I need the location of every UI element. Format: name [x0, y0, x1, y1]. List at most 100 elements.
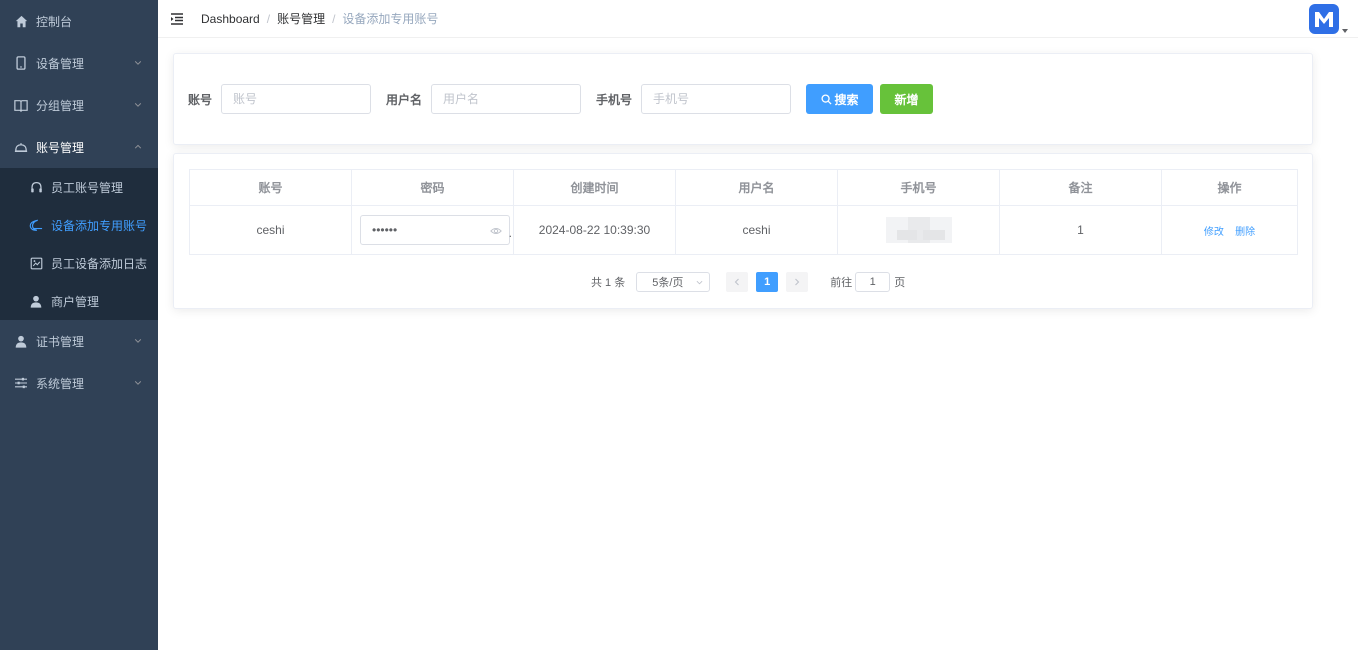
sidebar-item-system[interactable]: 系统管理: [0, 362, 158, 404]
sidebar: 控制台 设备管理 分组管理 账号管理 员工账号管理 设备添加专用账号 员工设备添…: [0, 0, 158, 650]
add-button[interactable]: 新增: [880, 84, 934, 114]
sidebar-item-label: 系统管理: [36, 376, 85, 391]
page-size-value: 5条/页: [652, 277, 684, 289]
mobile-icon: [14, 56, 28, 70]
breadcrumb-item-account[interactable]: 账号管理: [277, 10, 325, 27]
sidebar-item-label: 商户管理: [51, 294, 100, 309]
sidebar-item-group[interactable]: 分组管理: [0, 84, 158, 126]
column-header: 密码: [351, 169, 514, 206]
password-value: ••••••: [372, 223, 398, 237]
column-header: 操作: [1161, 169, 1298, 206]
account-input[interactable]: [221, 84, 372, 114]
table-header-row: 账号 密码 创建时间 用户名 手机号 备注 操作: [189, 169, 1298, 206]
sidebar-item-merchants[interactable]: 商户管理: [0, 282, 158, 320]
sidebar-item-label: 员工账号管理: [51, 180, 124, 195]
goto-input[interactable]: 1: [855, 272, 891, 292]
user-icon: [29, 294, 43, 308]
edit-link[interactable]: 修改: [1204, 227, 1224, 238]
search-button[interactable]: 搜索: [806, 84, 874, 114]
cell-actions: 修改 删除: [1161, 205, 1298, 255]
user-icon: [14, 334, 28, 348]
sidebar-item-label: 分组管理: [36, 98, 85, 113]
page-number-button[interactable]: 1: [756, 272, 779, 292]
cell-account: ceshi: [189, 205, 352, 255]
cell-username: ceshi: [675, 205, 838, 255]
username-label: 用户名: [386, 92, 423, 107]
account-submenu: 员工账号管理 设备添加专用账号 员工设备添加日志 商户管理: [0, 168, 158, 320]
breadcrumb-separator: /: [332, 11, 336, 26]
sidebar-item-device-add-account[interactable]: 设备添加专用账号: [0, 206, 158, 244]
cell-created: 2024-08-22 10:39:30: [513, 205, 676, 255]
search-card: 账号 用户名 手机号 搜索 新增: [173, 53, 1313, 145]
cell-remark: 1: [999, 205, 1162, 255]
main-content: 账号 用户名 手机号 搜索 新增 账号 密码 创建时间 用户名: [158, 39, 1358, 650]
search-form: 账号 用户名 手机号 搜索 新增: [188, 84, 934, 114]
chevron-up-icon: [134, 144, 142, 149]
home-icon: [14, 14, 28, 28]
phone-label: 手机号: [596, 92, 633, 107]
sidebar-item-label: 账号管理: [36, 140, 85, 155]
chevron-down-icon: [134, 339, 142, 343]
sidebar-item-staff-accounts[interactable]: 员工账号管理: [0, 168, 158, 206]
navbar: Dashboard / 账号管理 / 设备添加专用账号: [158, 0, 1358, 38]
pagination: 共 1 条 5条/页 1 前往 1 页: [591, 272, 905, 292]
column-header: 用户名: [675, 169, 838, 206]
username-input[interactable]: [431, 84, 582, 114]
user-menu[interactable]: [1309, 4, 1348, 34]
page-size-select[interactable]: 5条/页: [636, 272, 711, 292]
sidebar-item-device[interactable]: 设备管理: [0, 42, 158, 84]
column-header: 备注: [999, 169, 1162, 206]
sidebar-item-label: 设备管理: [36, 56, 85, 71]
bell-icon: [14, 140, 28, 154]
sidebar-item-device-add-log[interactable]: 员工设备添加日志: [0, 244, 158, 282]
prev-page-button[interactable]: [726, 272, 749, 292]
sliders-icon: [14, 376, 28, 390]
sidebar-item-dashboard[interactable]: 控制台: [0, 0, 158, 42]
table-card: 账号 密码 创建时间 用户名 手机号 备注 操作 ceshi •••••• . …: [173, 153, 1313, 309]
sidebar-item-account[interactable]: 账号管理: [0, 126, 158, 168]
table-row: ceshi •••••• . 2024-08-22 10:39:30 ceshi…: [189, 205, 1298, 255]
account-label: 账号: [188, 92, 213, 107]
chevron-down-icon: [696, 280, 703, 285]
avatar[interactable]: [1309, 4, 1339, 34]
chevron-down-icon: [134, 61, 142, 65]
sidebar-item-label: 员工设备添加日志: [51, 256, 148, 271]
cell-password: •••••• .: [351, 205, 514, 255]
password-field[interactable]: ••••••: [360, 215, 510, 245]
search-button-label: 搜索: [834, 92, 859, 107]
breadcrumb: Dashboard / 账号管理 / 设备添加专用账号: [201, 10, 438, 27]
pagination-jumper: 前往 1 页: [830, 272, 905, 292]
breadcrumb-current: 设备添加专用账号: [342, 12, 439, 26]
account-table: 账号 密码 创建时间 用户名 手机号 备注 操作 ceshi •••••• . …: [189, 169, 1298, 255]
breadcrumb-separator: /: [266, 11, 271, 26]
chevron-left-icon: [734, 278, 740, 286]
sidebar-item-certificates[interactable]: 证书管理: [0, 320, 158, 362]
caret-down-icon: [1342, 29, 1348, 33]
password-trail: .: [508, 226, 512, 240]
goto-prefix: 前往: [830, 277, 853, 289]
hamburger-icon[interactable]: [170, 12, 184, 26]
book-icon: [14, 98, 28, 112]
search-icon: [820, 93, 832, 105]
next-page-button[interactable]: [786, 272, 809, 292]
sidebar-item-label: 证书管理: [36, 334, 85, 349]
chevron-down-icon: [134, 381, 142, 385]
delete-link[interactable]: 删除: [1235, 227, 1255, 238]
eye-icon[interactable]: [490, 225, 502, 237]
headset-icon: [29, 180, 43, 194]
cell-phone: [837, 205, 1000, 255]
phone-input[interactable]: [641, 84, 792, 114]
moon-icon: [29, 218, 43, 232]
chevron-down-icon: [134, 103, 142, 107]
chevron-right-icon: [795, 278, 800, 286]
picture-icon: [29, 256, 43, 270]
column-header: 账号: [189, 169, 352, 206]
goto-suffix: 页: [894, 277, 906, 289]
pagination-total: 共 1 条: [591, 277, 626, 289]
sidebar-item-label: 设备添加专用账号: [51, 218, 148, 233]
column-header: 创建时间: [513, 169, 676, 206]
breadcrumb-item-dashboard[interactable]: Dashboard: [201, 12, 260, 26]
sidebar-item-label: 控制台: [36, 14, 73, 29]
phone-redacted: [885, 217, 952, 243]
column-header: 手机号: [837, 169, 1000, 206]
